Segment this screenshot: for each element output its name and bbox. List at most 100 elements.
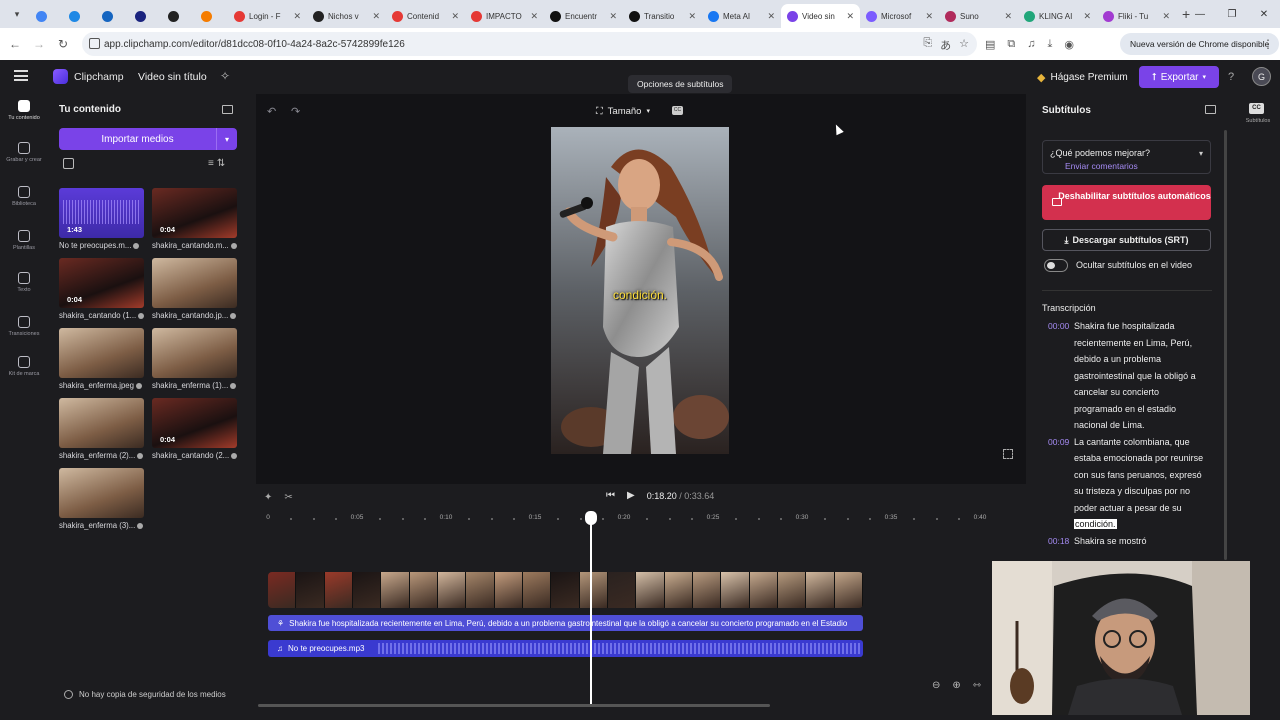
transcript-segment[interactable]: 00:18 Shakira se mostró bbox=[1042, 533, 1212, 550]
media-control-icon[interactable]: ♫ bbox=[1027, 38, 1035, 50]
hide-subtitles-toggle[interactable] bbox=[1044, 259, 1068, 272]
browser-tab[interactable]: IMPACTO ✕ bbox=[465, 4, 544, 28]
segment-timestamp[interactable]: 00:00 bbox=[1042, 318, 1074, 434]
magic-wand-icon[interactable]: ✧ bbox=[220, 69, 230, 83]
rail-item[interactable]: Kit de marca bbox=[0, 356, 48, 378]
send-feedback-link[interactable]: Enviar comentarios bbox=[1065, 161, 1138, 171]
browser-tab[interactable]: Login - F ✕ bbox=[228, 4, 307, 28]
browser-tab[interactable]: Microsof ✕ bbox=[860, 4, 939, 28]
media-thumbnail[interactable]: 0:04 bbox=[152, 398, 237, 448]
site-info-icon[interactable] bbox=[89, 38, 100, 49]
help-icon[interactable]: ? bbox=[1228, 71, 1234, 83]
fullscreen-icon[interactable] bbox=[1003, 449, 1013, 459]
zoom-in-icon[interactable]: ⊕ bbox=[952, 680, 960, 691]
feedback-dropdown[interactable]: ¿Qué podemos mejorar? Enviar comentarios… bbox=[1042, 140, 1211, 174]
avatar[interactable]: G bbox=[1252, 67, 1271, 86]
media-thumbnail[interactable] bbox=[59, 398, 144, 448]
profile-icon[interactable]: ◉ bbox=[1064, 38, 1074, 51]
browser-tab[interactable] bbox=[195, 4, 228, 28]
browser-tab[interactable] bbox=[30, 4, 63, 28]
install-icon[interactable]: ⎘ bbox=[923, 37, 932, 53]
downloads-icon[interactable]: ⤓ bbox=[1048, 38, 1053, 51]
skip-back-icon[interactable]: ⏮ bbox=[606, 490, 615, 501]
media-thumbnail[interactable]: 0:04 bbox=[59, 258, 144, 308]
segment-timestamp[interactable]: 00:09 bbox=[1042, 434, 1074, 533]
browser-tab[interactable]: Fliki - Tu ✕ bbox=[1097, 4, 1176, 28]
segment-timestamp[interactable]: 00:18 bbox=[1042, 533, 1074, 550]
browser-tab[interactable]: KLING AI ✕ bbox=[1018, 4, 1097, 28]
play-icon[interactable]: ▶ bbox=[627, 490, 635, 501]
select-all-checkbox[interactable] bbox=[63, 158, 74, 169]
rail-item[interactable]: Biblioteca bbox=[0, 186, 48, 208]
media-thumbnail[interactable] bbox=[59, 328, 144, 378]
browser-tab[interactable] bbox=[129, 4, 162, 28]
video-preview[interactable]: condición. bbox=[551, 127, 729, 454]
undo-icon[interactable]: ↶ bbox=[267, 105, 276, 118]
timeline-scrollbar[interactable] bbox=[258, 704, 770, 707]
download-srt-button[interactable]: ⤓ Descargar subtítulos (SRT) bbox=[1042, 229, 1211, 251]
menu-icon[interactable] bbox=[14, 70, 28, 81]
panel-scrollbar[interactable] bbox=[1224, 130, 1227, 560]
premium-button[interactable]: ◆ Hágase Premium bbox=[1030, 66, 1135, 88]
captions-tab-icon[interactable]: CC bbox=[1249, 103, 1264, 114]
close-tab-icon[interactable]: ✕ bbox=[372, 11, 380, 22]
magic-edit-icon[interactable]: ✦ bbox=[264, 492, 284, 503]
collapse-panel-icon[interactable] bbox=[1205, 105, 1216, 114]
redo-icon[interactable]: ↷ bbox=[291, 105, 300, 118]
project-title[interactable]: Video sin título bbox=[132, 66, 213, 88]
zoom-out-icon[interactable]: ⊖ bbox=[932, 680, 940, 691]
close-tab-icon[interactable]: ✕ bbox=[530, 11, 538, 22]
browser-tab[interactable] bbox=[63, 4, 96, 28]
split-icon[interactable]: ✂ bbox=[284, 492, 304, 503]
media-thumbnail[interactable]: 0:04 bbox=[152, 188, 237, 238]
import-media-button[interactable]: Importar medios ▾ bbox=[59, 128, 237, 150]
close-tab-icon[interactable]: ✕ bbox=[925, 11, 933, 22]
browser-tab[interactable]: Encuentr ✕ bbox=[544, 4, 623, 28]
time-ruler[interactable]: 0 0:05 0:10 0:15 0:20 0:25 0:30 0:35 0:40 bbox=[266, 514, 1026, 526]
sidebar-icon[interactable]: ▤ bbox=[985, 38, 995, 51]
browser-tab[interactable]: Nichos v ✕ bbox=[307, 4, 386, 28]
close-tab-icon[interactable]: ✕ bbox=[451, 11, 459, 22]
rail-item[interactable]: Texto bbox=[0, 272, 48, 294]
forward-icon[interactable]: → bbox=[27, 37, 51, 51]
tab-search-icon[interactable]: ▾ bbox=[8, 5, 26, 23]
rail-item[interactable]: Plantillas bbox=[0, 230, 48, 252]
rail-item[interactable]: Grabar y crear bbox=[0, 142, 48, 164]
captions-options-icon[interactable]: CC bbox=[672, 106, 683, 115]
back-icon[interactable]: ← bbox=[3, 37, 27, 51]
collapse-panel-icon[interactable] bbox=[222, 105, 233, 114]
video-track[interactable] bbox=[268, 572, 863, 608]
browser-tab[interactable]: Meta AI ✕ bbox=[702, 4, 781, 28]
close-tab-icon[interactable]: ✕ bbox=[846, 11, 854, 22]
maximize-icon[interactable]: ❐ bbox=[1216, 0, 1248, 28]
browser-tab[interactable] bbox=[96, 4, 129, 28]
close-tab-icon[interactable]: ✕ bbox=[688, 11, 696, 22]
media-thumbnail[interactable]: 1:43 bbox=[59, 188, 144, 238]
rail-item[interactable]: Tu contenido bbox=[0, 100, 48, 122]
audio-track[interactable]: ♫ No te preocupes.mp3 bbox=[268, 640, 863, 657]
disable-auto-subtitles-button[interactable]: Deshabilitar subtítulos automáticos bbox=[1042, 185, 1211, 220]
url-field[interactable]: app.clipchamp.com/editor/d81dcc08-0f10-4… bbox=[82, 32, 977, 56]
transcript-segment[interactable]: 00:00 Shakira fue hospitalizada recientem… bbox=[1042, 318, 1212, 434]
fit-timeline-icon[interactable]: ⇿ bbox=[973, 680, 981, 691]
close-window-icon[interactable]: ✕ bbox=[1248, 0, 1280, 28]
chrome-update-button[interactable]: Nueva versión de Chrome disponible bbox=[1120, 33, 1280, 55]
transcript-list[interactable]: 00:00 Shakira fue hospitalizada recientem… bbox=[1042, 318, 1212, 560]
browser-tab[interactable]: Video sin ✕ bbox=[781, 4, 860, 28]
extensions-icon[interactable]: ⧉ bbox=[1007, 38, 1015, 51]
playhead[interactable] bbox=[589, 514, 592, 704]
close-tab-icon[interactable]: ✕ bbox=[1083, 11, 1091, 22]
media-thumbnail[interactable] bbox=[152, 328, 237, 378]
transcript-segment[interactable]: 00:09 La cantante colombiana, que estaba … bbox=[1042, 434, 1212, 533]
browser-tab[interactable] bbox=[162, 4, 195, 28]
media-thumbnail[interactable] bbox=[59, 468, 144, 518]
browser-tab[interactable]: Contenid ✕ bbox=[386, 4, 465, 28]
media-thumbnail[interactable] bbox=[152, 258, 237, 308]
close-tab-icon[interactable]: ✕ bbox=[1004, 11, 1012, 22]
close-tab-icon[interactable]: ✕ bbox=[609, 11, 617, 22]
translate-icon[interactable]: あ bbox=[940, 37, 951, 53]
close-tab-icon[interactable]: ✕ bbox=[767, 11, 775, 22]
playhead-handle[interactable] bbox=[584, 511, 597, 525]
chrome-menu-icon[interactable]: ⋮ bbox=[1262, 37, 1274, 51]
export-button[interactable]: ⭡ Exportar ▾ bbox=[1139, 66, 1219, 88]
